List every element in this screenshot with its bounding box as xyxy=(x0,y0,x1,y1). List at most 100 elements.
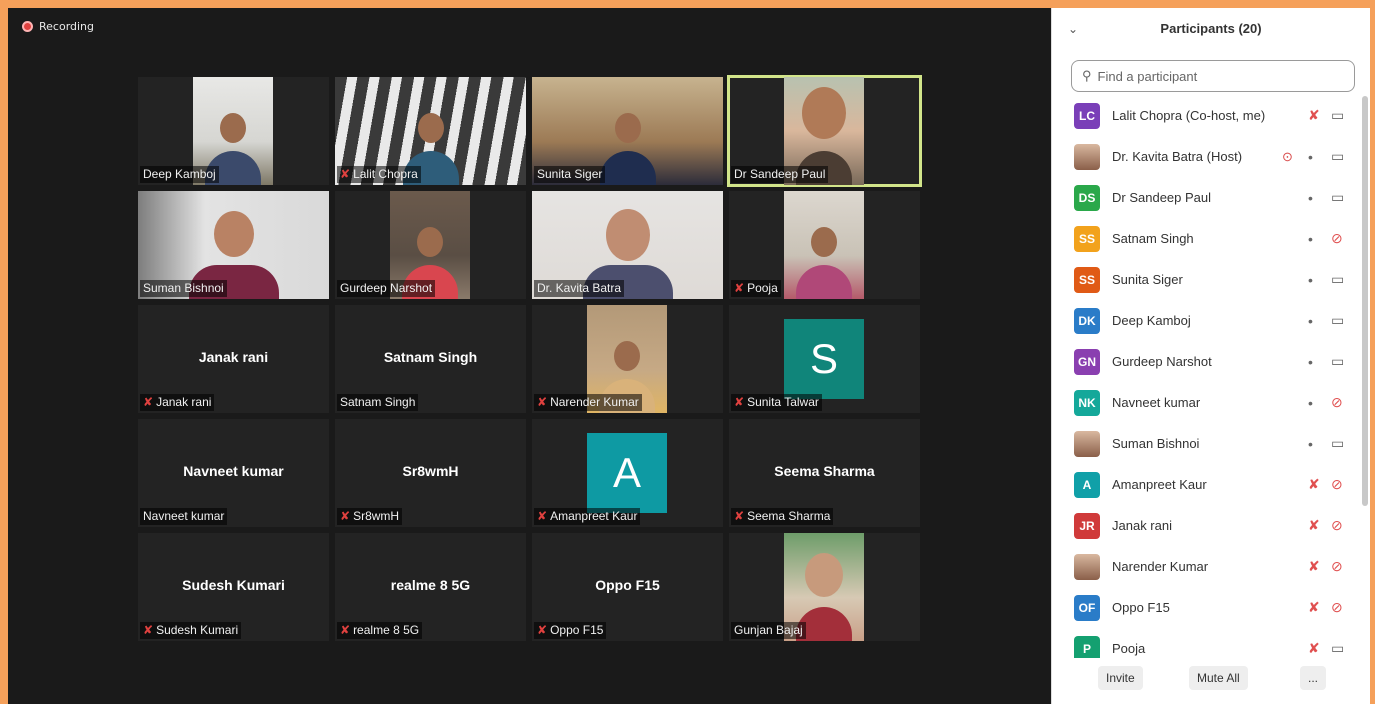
video-tile[interactable]: realme 8 5G ✘ realme 8 5G xyxy=(335,533,526,641)
camera-off-icon[interactable]: ⊘ xyxy=(1331,230,1343,247)
video-tile[interactable]: Oppo F15 ✘ Oppo F15 xyxy=(532,533,723,641)
video-tile[interactable]: Janak rani ✘ Janak rani xyxy=(138,305,329,413)
more-button[interactable]: ... xyxy=(1300,666,1327,690)
participant-row[interactable]: LC Lalit Chopra (Co-host, me) ✘ ▭ xyxy=(1052,95,1362,136)
mic-icon[interactable]: • xyxy=(1308,190,1313,206)
search-input[interactable]: ⚲ Find a participant xyxy=(1071,60,1355,92)
name-tag: ✘ Pooja xyxy=(731,280,781,297)
camera-icon[interactable]: ▭ xyxy=(1331,435,1344,452)
camera-off-icon[interactable]: ⊘ xyxy=(1331,558,1343,575)
participant-list: LC Lalit Chopra (Co-host, me) ✘ ▭ Dr. Kavita… xyxy=(1052,95,1362,665)
mic-icon[interactable]: • xyxy=(1308,354,1313,370)
participant-row[interactable]: GN Gurdeep Narshot • ▭ xyxy=(1052,341,1362,382)
mic-icon[interactable]: • xyxy=(1308,436,1313,452)
video-tile[interactable]: Seema Sharma ✘ Seema Sharma xyxy=(729,419,920,527)
video-tile[interactable]: ✘ Narender Kumar xyxy=(532,305,723,413)
camera-off-icon[interactable]: ⊘ xyxy=(1331,394,1343,411)
participant-row[interactable]: DS Dr Sandeep Paul • ▭ xyxy=(1052,177,1362,218)
mic-muted-icon: ✘ xyxy=(537,395,548,409)
video-tile[interactable]: Dr. Kavita Batra xyxy=(532,191,723,299)
video-tile[interactable]: Sr8wmH ✘ Sr8wmH xyxy=(335,419,526,527)
person-head xyxy=(614,113,641,143)
camera-icon[interactable]: ▭ xyxy=(1331,107,1344,124)
panel-header: ⌄ Participants (20) xyxy=(1052,8,1370,52)
mic-icon[interactable]: • xyxy=(1308,149,1313,165)
panel-footer: Invite Mute All ... xyxy=(1052,658,1370,704)
mic-icon[interactable]: • xyxy=(1308,272,1313,288)
camera-icon[interactable]: ▭ xyxy=(1331,640,1344,657)
name-tag: ✘ realme 8 5G xyxy=(337,622,423,639)
participant-row[interactable]: SS Sunita Siger • ▭ xyxy=(1052,259,1362,300)
video-tile[interactable]: Gunjan Bajaj xyxy=(729,533,920,641)
participant-name: Sr8wmH xyxy=(353,509,400,523)
participant-row[interactable]: Narender Kumar ✘ ⊘ xyxy=(1052,546,1362,587)
mic-muted-icon[interactable]: ✘ xyxy=(1308,107,1320,124)
name-tag: Suman Bishnoi xyxy=(140,280,227,297)
video-tile[interactable]: Satnam Singh Satnam Singh xyxy=(335,305,526,413)
participant-row[interactable]: A Amanpreet Kaur ✘ ⊘ xyxy=(1052,464,1362,505)
avatar: DK xyxy=(1074,307,1100,334)
video-tile[interactable]: S ✘ Sunita Talwar xyxy=(729,305,920,413)
camera-icon[interactable]: ▭ xyxy=(1331,189,1344,206)
participant-row[interactable]: SS Satnam Singh • ⊘ xyxy=(1052,218,1362,259)
invite-button[interactable]: Invite xyxy=(1098,666,1143,690)
participant-name: Satnam Singh xyxy=(340,395,416,409)
mic-muted-icon[interactable]: ✘ xyxy=(1308,599,1320,616)
name-tag: Dr. Kavita Batra xyxy=(534,280,625,297)
participant-name: Deep Kamboj xyxy=(143,167,216,181)
video-tile[interactable]: A ✘ Amanpreet Kaur xyxy=(532,419,723,527)
camera-icon[interactable]: ▭ xyxy=(1331,271,1344,288)
camera-off-icon[interactable]: ⊘ xyxy=(1331,476,1343,493)
camera-icon[interactable]: ▭ xyxy=(1331,353,1344,370)
avatar: OF xyxy=(1074,594,1100,621)
mic-icon[interactable]: • xyxy=(1308,231,1313,247)
name-tag: ✘ Amanpreet Kaur xyxy=(534,508,641,525)
name-tag: ✘ Janak rani xyxy=(140,394,215,411)
mic-muted-icon: ✘ xyxy=(340,509,351,523)
participant-row[interactable]: OF Oppo F15 ✘ ⊘ xyxy=(1052,587,1362,628)
camera-icon[interactable]: ▭ xyxy=(1331,148,1344,165)
participant-row[interactable]: Suman Bishnoi • ▭ xyxy=(1052,423,1362,464)
mic-muted-icon[interactable]: ✘ xyxy=(1308,558,1320,575)
person-body xyxy=(599,151,656,185)
name-tag: ✘ Oppo F15 xyxy=(534,622,607,639)
person-head xyxy=(811,227,837,257)
mute-all-button[interactable]: Mute All xyxy=(1189,666,1248,690)
video-tile[interactable]: Navneet kumar Navneet kumar xyxy=(138,419,329,527)
avatar xyxy=(1074,143,1100,170)
name-tag: ✘ Sudesh Kumari xyxy=(140,622,242,639)
search-icon: ⚲ xyxy=(1082,68,1092,83)
mic-muted-icon[interactable]: ✘ xyxy=(1308,517,1320,534)
participant-name: Suman Bishnoi xyxy=(1112,436,1200,451)
video-tile[interactable]: ✘ Lalit Chopra xyxy=(335,77,526,185)
camera-off-icon[interactable]: ⊘ xyxy=(1331,517,1343,534)
name-tag: Navneet kumar xyxy=(140,508,228,525)
video-tile[interactable]: Sudesh Kumari ✘ Sudesh Kumari xyxy=(138,533,329,641)
participant-name: Lalit Chopra xyxy=(353,167,418,181)
participant-row[interactable]: DK Deep Kamboj • ▭ xyxy=(1052,300,1362,341)
mic-muted-icon[interactable]: ✘ xyxy=(1308,640,1320,657)
video-tile[interactable]: Deep Kamboj xyxy=(138,77,329,185)
video-tile[interactable]: Sunita Siger xyxy=(532,77,723,185)
mic-muted-icon[interactable]: ✘ xyxy=(1308,476,1320,493)
camera-icon[interactable]: ▭ xyxy=(1331,312,1344,329)
participant-row[interactable]: Dr. Kavita Batra (Host) ⊙ • ▭ xyxy=(1052,136,1362,177)
scrollbar[interactable] xyxy=(1362,96,1368,506)
video-tile[interactable]: Suman Bishnoi xyxy=(138,191,329,299)
record-icon xyxy=(22,21,33,32)
participant-row[interactable]: JR Janak rani ✘ ⊘ xyxy=(1052,505,1362,546)
display-name: Navneet kumar xyxy=(183,463,284,479)
participant-name: Narender Kumar xyxy=(550,395,639,409)
participant-name: Deep Kamboj xyxy=(1112,313,1191,328)
participant-row[interactable]: NK Navneet kumar • ⊘ xyxy=(1052,382,1362,423)
mic-icon[interactable]: • xyxy=(1308,395,1313,411)
video-tile[interactable]: Dr Sandeep Paul xyxy=(727,75,922,187)
recording-indicator[interactable]: Recording xyxy=(22,20,94,33)
camera-off-icon[interactable]: ⊘ xyxy=(1331,599,1343,616)
video-tile[interactable]: ✘ Pooja xyxy=(729,191,920,299)
mic-icon[interactable]: • xyxy=(1308,313,1313,329)
name-tag: Satnam Singh xyxy=(337,394,419,411)
person-head xyxy=(213,211,254,257)
video-tile[interactable]: Gurdeep Narshot xyxy=(335,191,526,299)
participant-name: Pooja xyxy=(747,281,778,295)
